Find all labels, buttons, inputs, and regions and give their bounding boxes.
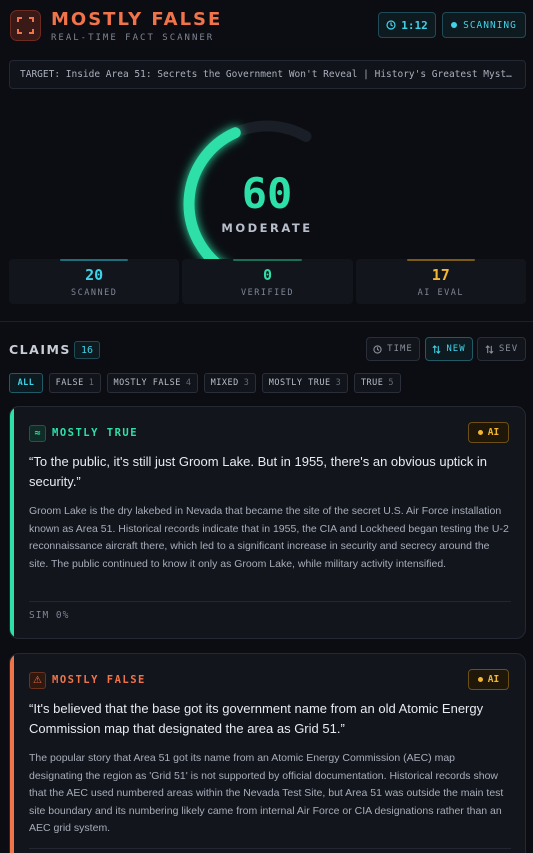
claims-title: CLAIMS [9,342,71,357]
sort-time-button[interactable]: TIME [366,337,420,361]
app-header: MOSTLY FALSE REAL-TIME FACT SCANNER 1:12… [0,0,533,52]
claim-card[interactable]: ≈ MOSTLY TRUE AI “To the public, it's st… [9,406,526,639]
app-subtitle: REAL-TIME FACT SCANNER [51,33,215,43]
ai-dot-icon [477,677,483,682]
stat-scanned: 20 SCANNED [9,259,180,304]
ai-badge: AI [468,669,509,690]
warning-icon: ⚠ [29,672,46,689]
verdict-label: MOSTLY TRUE [52,427,139,439]
stat-label: VERIFIED [241,287,294,298]
claim-card[interactable]: ⚠ MOSTLY FALSE AI “It's believed that th… [9,653,526,853]
filter-chip-count: 3 [243,378,250,388]
timer-value: 1:12 [401,18,428,32]
ai-badge: AI [468,422,509,443]
stat-accent-line [233,259,302,261]
filter-chip-label: MOSTLY TRUE [268,378,331,388]
verdict-accent-bar [10,654,14,853]
stat-value: 0 [262,265,272,284]
section-divider [0,321,533,322]
card-divider [29,848,511,849]
target-bar: TARGET: Inside Area 51: Secrets the Gove… [9,60,526,89]
stat-value: 20 [85,265,104,284]
stat-verified: 0 VERIFIED [182,259,353,304]
clock-icon [386,20,396,30]
filter-chip-count: 5 [388,378,395,388]
filter-chip-count: 3 [335,378,342,388]
filter-chip-mostly-false[interactable]: MOSTLY FALSE 4 [107,373,198,393]
stat-accent-line [60,259,129,261]
sort-new-label: NEW [446,344,466,354]
filter-chip-false[interactable]: FALSE 1 [49,373,101,393]
stat-ai-eval: 17 AI EVAL [355,259,526,304]
stat-value: 17 [431,265,450,284]
claim-explanation: The popular story that Area 51 got its n… [29,752,504,835]
filter-chip-all[interactable]: ALL [9,373,43,393]
filter-chip-label: ALL [17,378,35,388]
claims-count-badge: 16 [74,341,100,359]
filter-chip-label: MOSTLY FALSE [113,378,181,388]
card-divider [29,601,511,602]
app-title: MOSTLY FALSE [51,9,223,30]
verdict-label: MOSTLY FALSE [52,674,146,686]
filter-chip-mixed[interactable]: MIXED 3 [204,373,256,393]
filter-chip-true[interactable]: TRUE 5 [354,373,401,393]
status-dot-icon [451,22,458,28]
ai-dot-icon [477,430,483,435]
filter-chip-mostly-true[interactable]: MOSTLY TRUE 3 [262,373,348,393]
filter-chip-label: TRUE [360,378,384,388]
filter-chip-label: FALSE [55,378,84,388]
ai-badge-label: AI [487,674,500,685]
filter-chip-label: MIXED [210,378,239,388]
scanner-frame-icon [10,10,41,41]
approx-equal-icon: ≈ [29,425,46,442]
stat-label: SCANNED [71,287,118,298]
stats-row: 20 SCANNED 0 VERIFIED 17 AI EVAL [9,259,526,304]
clock-icon [373,344,382,354]
verdict-accent-bar [10,407,14,638]
credibility-gauge: 60 MODERATE [0,96,533,264]
scanning-status-label: SCANNING [463,19,517,31]
gauge-label: MODERATE [221,221,313,235]
sort-new-button[interactable]: NEW [425,337,473,361]
stat-accent-line [406,259,475,261]
filter-chip-count: 1 [88,378,95,388]
claim-quote: “It's believed that the base got its gov… [29,701,484,736]
scanning-status-button[interactable]: SCANNING [442,12,526,38]
claim-quote: “To the public, it's still just Groom La… [29,454,488,489]
stat-label: AI EVAL [417,287,464,298]
sort-time-label: TIME [387,344,413,354]
sort-severity-label: SEV [498,344,519,354]
gauge-score: 60 [241,169,293,218]
similarity-score: SIM 0% [29,610,70,621]
sort-arrows-icon [432,344,441,354]
sort-severity-button[interactable]: SEV [477,337,526,361]
target-title: TARGET: Inside Area 51: Secrets the Gove… [20,69,515,80]
filter-chip-count: 4 [185,378,192,388]
sort-arrows-icon [485,344,494,354]
ai-badge-label: AI [487,427,500,438]
timer-display: 1:12 [378,12,436,38]
claim-explanation: Groom Lake is the dry lakebed in Nevada … [29,505,509,570]
